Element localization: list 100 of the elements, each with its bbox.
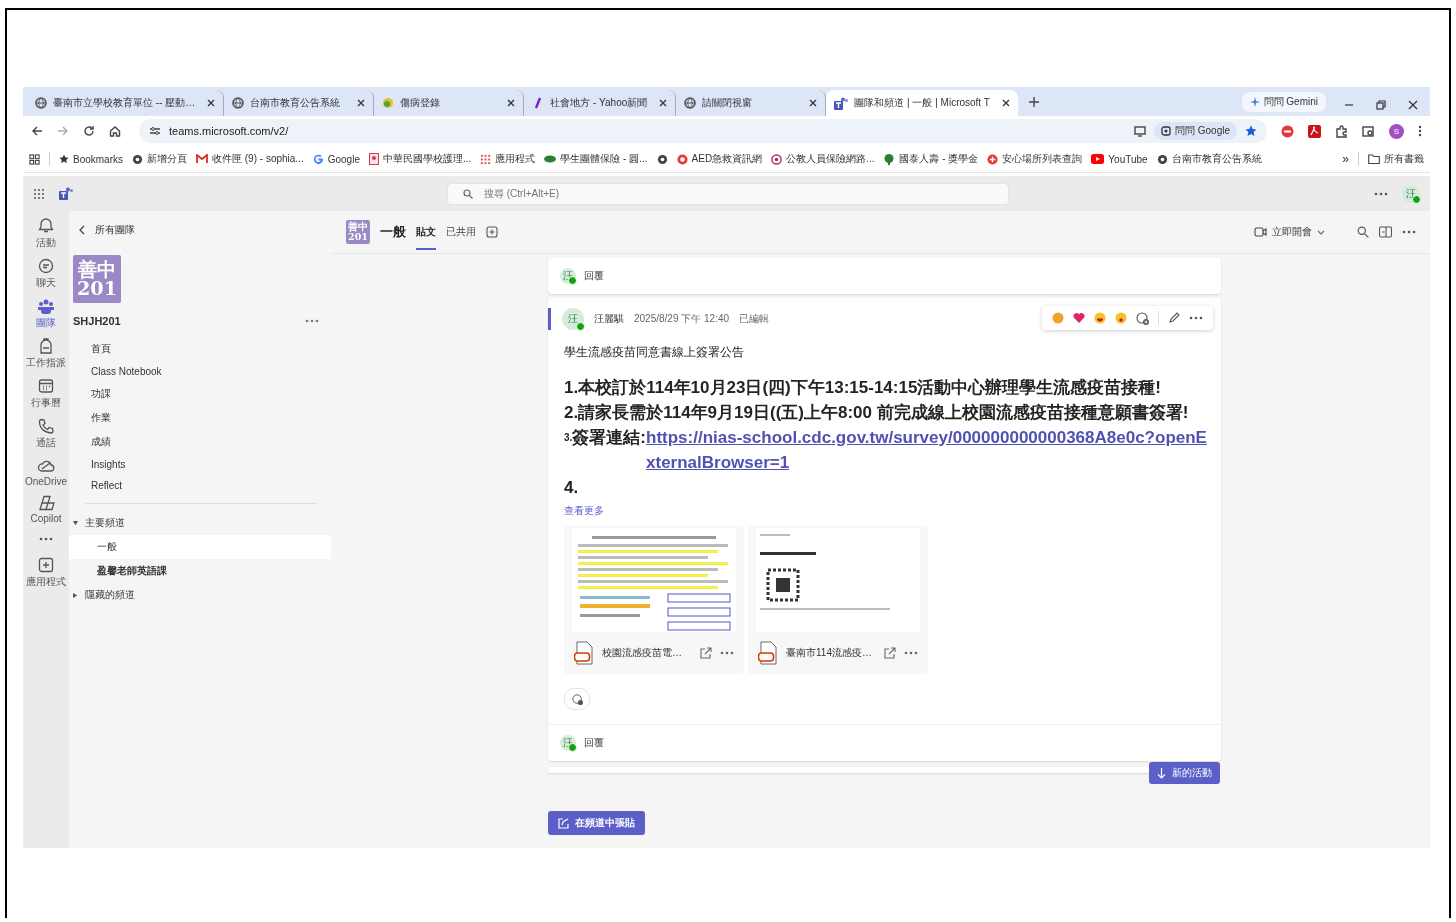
bookmark[interactable]: Google <box>312 153 360 165</box>
menu-icon[interactable] <box>1418 125 1422 137</box>
close-icon[interactable] <box>1001 99 1010 107</box>
more-icon[interactable] <box>720 651 734 655</box>
extension-badge-icon[interactable] <box>1281 124 1294 138</box>
more-icon[interactable] <box>1189 316 1203 320</box>
channel-section-header[interactable]: 主要頻道 <box>85 516 125 530</box>
file-icon <box>758 641 778 665</box>
add-tab-icon[interactable] <box>486 226 498 238</box>
channel-tab[interactable]: 已共用 <box>446 214 476 250</box>
team-page-item[interactable]: 作業 <box>69 406 331 430</box>
file-card[interactable]: 校園流感疫苗電… <box>564 526 744 674</box>
team-page-item[interactable]: 成績 <box>69 430 331 454</box>
bookmark[interactable]: 中華民國學校護理... <box>368 152 472 166</box>
puzzle-icon[interactable] <box>1335 124 1348 138</box>
apps-icon[interactable] <box>29 153 40 165</box>
lens-button[interactable]: 問問 Google <box>1153 122 1237 140</box>
add-reaction-button[interactable] <box>564 688 590 710</box>
see-more-link[interactable]: 查看更多 <box>564 504 604 518</box>
close-icon[interactable] <box>1408 100 1418 110</box>
meet-now-button[interactable]: 立即開會 <box>1248 224 1331 240</box>
bookmark[interactable]: 學生團體保險 - 圓... <box>544 152 648 166</box>
file-card[interactable]: 臺南市114流感疫… <box>748 526 928 674</box>
survey-link[interactable]: https://nias-school.cdc.gov.tw/survey/000000000000368A8e0c?openExternalBrowser=1 <box>646 425 1208 475</box>
channel-tab[interactable]: 貼文 <box>416 214 436 250</box>
more-icon[interactable] <box>904 651 918 655</box>
all-teams-link[interactable]: 所有團隊 <box>95 223 135 237</box>
bookmark[interactable]: YouTube <box>1091 153 1148 165</box>
close-icon[interactable] <box>507 99 516 107</box>
back-chevron-icon[interactable] <box>79 225 85 235</box>
reload-icon[interactable] <box>83 125 95 137</box>
channel-item[interactable]: 盈馨老師英語課 <box>69 559 331 583</box>
bookmark-star-icon[interactable] <box>1245 125 1257 137</box>
rail-item[interactable]: OneDrive <box>23 455 69 489</box>
add-reaction-icon[interactable] <box>1136 311 1149 325</box>
team-page-item[interactable]: 功課 <box>69 382 331 406</box>
chat-icon <box>37 257 55 275</box>
app-launcher-icon[interactable] <box>33 187 45 200</box>
bookmark[interactable]: 新增分頁 <box>132 152 187 166</box>
pdf-icon[interactable] <box>1308 124 1321 138</box>
gemini-button[interactable]: 問問 Gemini <box>1241 92 1326 112</box>
channel-info-icon[interactable] <box>1379 226 1392 238</box>
bookmark[interactable]: 收件匣 (9) - sophia... <box>196 152 304 166</box>
caret-icon[interactable] <box>72 520 78 526</box>
address-bar[interactable]: teams.microsoft.com/v2/ 問問 Google <box>139 119 1267 143</box>
caret-icon[interactable] <box>72 592 78 598</box>
calendar-icon <box>37 377 55 395</box>
more-icon[interactable] <box>305 319 319 323</box>
close-icon[interactable] <box>659 99 668 107</box>
compose-icon <box>558 817 569 829</box>
team-page-item[interactable]: Insights <box>69 454 331 475</box>
bookmark[interactable]: 台南市教育公告系統 <box>1156 152 1262 166</box>
close-icon[interactable] <box>207 99 216 107</box>
search-icon[interactable] <box>1357 226 1369 238</box>
rail-item[interactable]: 通話 <box>23 415 69 452</box>
new-activity-button[interactable]: 新的活動 <box>1149 762 1220 784</box>
rail-item[interactable]: 活動 <box>23 215 69 252</box>
channel-section-header[interactable]: 隱藏的頻道 <box>85 588 135 602</box>
more-icon[interactable] <box>1402 230 1416 234</box>
more-icon[interactable] <box>1374 191 1388 196</box>
new-tab-icon[interactable] <box>1027 96 1040 108</box>
close-icon[interactable] <box>809 99 818 107</box>
share-icon[interactable] <box>884 647 896 659</box>
bookmark[interactable] <box>656 153 668 165</box>
back-icon[interactable] <box>31 125 43 137</box>
team-page-item[interactable]: 首頁 <box>69 337 331 361</box>
rail-item[interactable]: Copilot <box>23 492 69 526</box>
profile-avatar[interactable]: S <box>1389 123 1404 139</box>
new-post-button[interactable]: 在頻道中張貼 <box>548 811 645 835</box>
home-icon[interactable] <box>109 125 121 137</box>
bookmark[interactable]: 國泰人壽 - 獎學金 <box>883 152 979 166</box>
rail-item[interactable]: 行事曆 <box>23 375 69 412</box>
restore-icon[interactable] <box>1376 100 1386 110</box>
browser-tab[interactable]: 團隊和頻道 | 一般 | Microsoft T <box>826 90 1018 116</box>
rail-item[interactable]: 聊天 <box>23 255 69 292</box>
apps-grid-icon <box>480 153 492 165</box>
close-icon[interactable] <box>357 99 366 107</box>
channel-item[interactable]: 一般 <box>69 535 331 559</box>
bookmark[interactable]: 應用程式 <box>480 152 536 166</box>
tab-search-icon[interactable] <box>1362 124 1375 138</box>
rail-item[interactable]: 團隊 <box>23 295 69 332</box>
team-page-item[interactable]: Reflect <box>69 475 331 496</box>
thumbs-up-icon[interactable] <box>1052 312 1064 324</box>
bookmark[interactable]: AED急救資訊網 <box>676 152 763 166</box>
more-bookmarks[interactable]: » <box>1342 152 1349 166</box>
laughing-face-icon[interactable] <box>1094 312 1106 324</box>
rail-item[interactable]: 工作指派 <box>23 335 69 372</box>
all-bookmarks[interactable]: 所有書籤 <box>1368 152 1424 166</box>
rail-item[interactable]: 應用程式 <box>23 554 69 591</box>
bookmark[interactable]: Bookmarks <box>59 153 123 165</box>
more-icon[interactable] <box>39 537 53 541</box>
bookmark[interactable]: 公教人員保險網路... <box>771 152 875 166</box>
edit-pencil-icon[interactable] <box>1168 312 1180 324</box>
bookmark[interactable]: 安心場所列表查詢 <box>987 152 1083 166</box>
share-icon[interactable] <box>700 647 712 659</box>
heart-icon[interactable] <box>1073 312 1085 324</box>
install-icon[interactable] <box>1133 125 1146 137</box>
surprised-face-icon[interactable] <box>1115 312 1127 324</box>
team-page-item[interactable]: Class Notebook <box>69 361 331 382</box>
search-field[interactable]: 搜尋 (Ctrl+Alt+E) <box>447 182 1009 205</box>
